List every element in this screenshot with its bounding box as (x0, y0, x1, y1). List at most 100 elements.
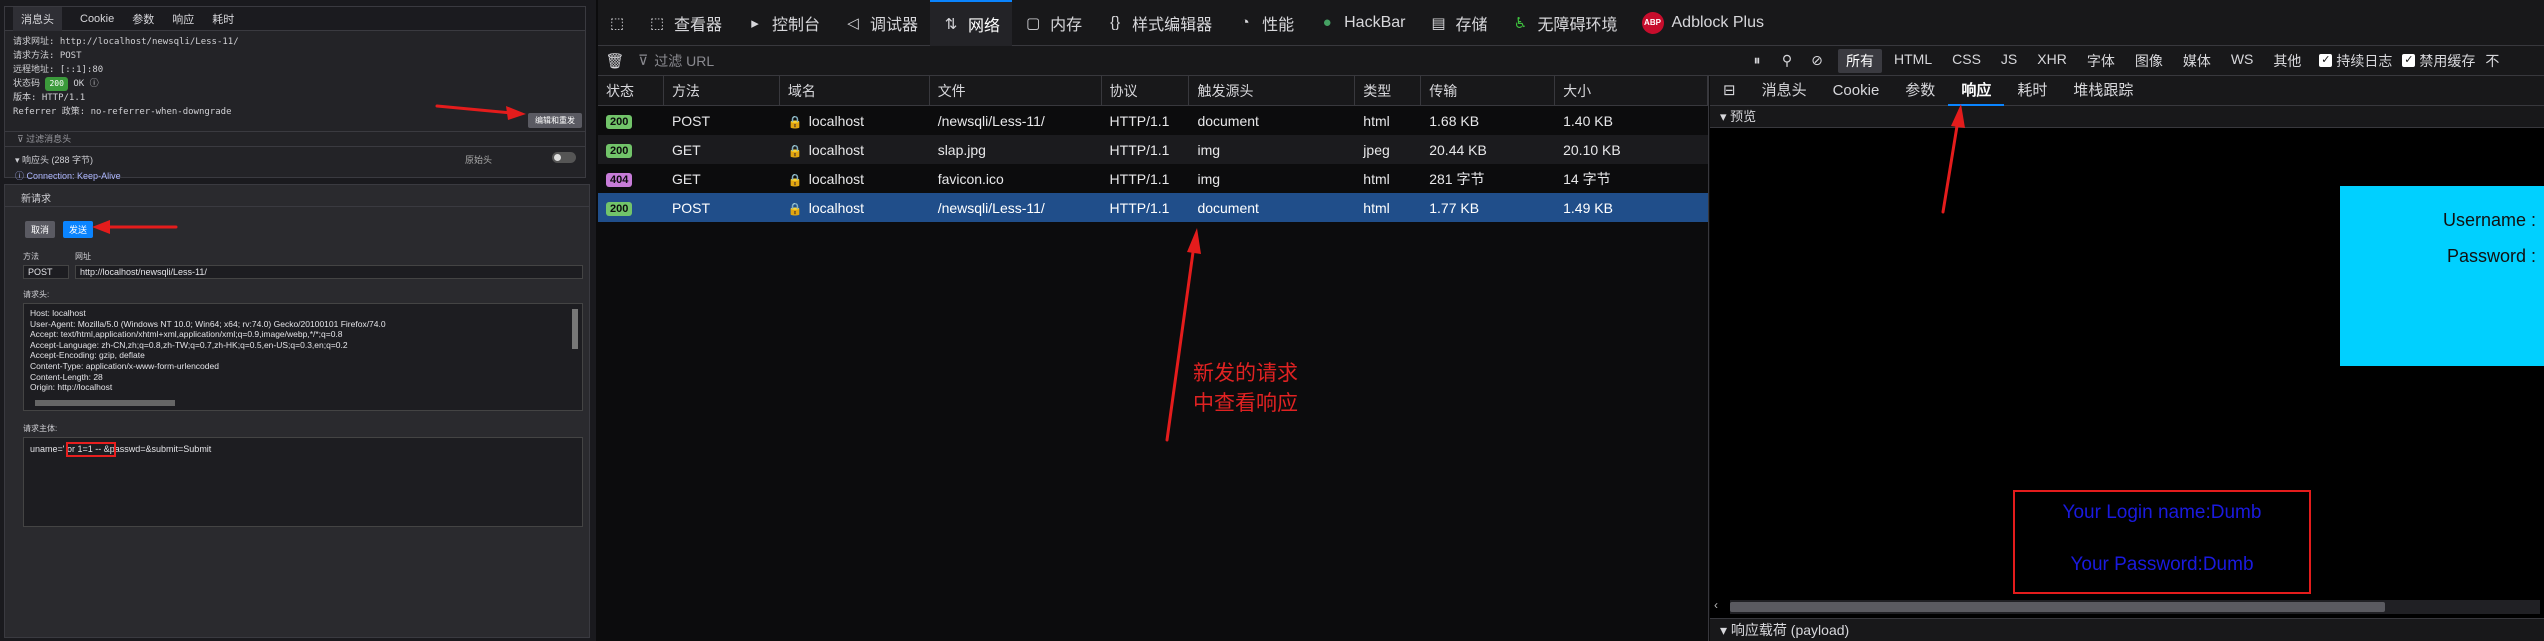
toolbar-tab-debugger[interactable]: ◁ 调试器 (832, 0, 930, 46)
toolbar-tab-label: 无障碍环境 (1537, 16, 1618, 34)
filter-url-input[interactable]: ⊽ 过滤 URL (632, 51, 1742, 71)
inset-tab-params[interactable]: 参数 (132, 11, 154, 27)
cancel-button[interactable]: 取消 (25, 221, 56, 238)
annotation-text: 新发的请求 中查看响应 (1193, 358, 1298, 418)
response-tab-1[interactable]: Cookie (1820, 76, 1893, 106)
cell-method: POST (671, 112, 711, 129)
edit-resend-button[interactable]: 编辑和重发 (528, 113, 582, 128)
send-button[interactable]: 发送 (63, 221, 94, 238)
url-label: 网址 (75, 252, 91, 261)
column-header[interactable]: 协议 (1102, 75, 1190, 106)
body-textarea[interactable]: uname=' or 1=1 -- &passwd=&submit=Submit (23, 437, 583, 527)
response-tab-4[interactable]: 耗时 (2004, 76, 2060, 106)
response-tabs: ⊟ 消息头 Cookie 参数 响应 耗时 堆栈跟踪 (1710, 76, 2544, 106)
cell-type: html (1363, 199, 1390, 216)
toggle-sidebar-icon[interactable]: ⊟ (1710, 76, 1749, 106)
domain-text: localhost (808, 199, 865, 216)
response-headers-toggle[interactable]: ▾ 响应头 (288 字节) (15, 153, 93, 166)
type-filter-5[interactable]: 字体 (2079, 49, 2123, 73)
lock-icon: 🔒 (787, 201, 803, 216)
inset-tab-response[interactable]: 响应 (172, 11, 194, 27)
toolbar-tab-memory[interactable]: ▢ 内存 (1012, 0, 1094, 46)
header-line: User-Agent: Mozilla/5.0 (Windows NT 10.0… (30, 318, 386, 329)
cell-method: POST (671, 199, 711, 216)
login-result-box: Your Login name:Dumb Your Password:Dumb (2013, 490, 2311, 594)
table-row[interactable]: 200 POST 🔒 localhost/newsqli/Less-11/HTTP/1… (598, 193, 1708, 222)
cell-file: favicon.ico (937, 170, 1004, 187)
toolbar-tab-hackbar[interactable]: ● HackBar (1306, 0, 1417, 46)
new-request-panel: 新请求 取消 发送 方法 网址 POST http://localhost/ne… (4, 184, 590, 638)
style-editor-icon: {} (1110, 14, 1121, 31)
preview-hscrollbar[interactable] (1730, 600, 2540, 614)
column-header[interactable]: 大小 (1555, 75, 1708, 106)
console-icon: ▸ (751, 14, 759, 32)
toolbar-tab-inspector[interactable]: ⬚ 查看器 (636, 0, 734, 46)
column-header[interactable]: 类型 (1355, 75, 1422, 106)
payload-toggle[interactable]: ▾ 响应载荷 (payload) (1710, 618, 2544, 641)
scroll-thumb[interactable] (1730, 602, 2385, 612)
raw-headers-toggle[interactable] (552, 152, 576, 163)
pause-icon[interactable]: ⏸ (1742, 52, 1772, 69)
type-filter-2[interactable]: CSS (1944, 49, 1989, 73)
scroll-left-icon[interactable]: ‹ (1714, 598, 1718, 612)
type-filter-3[interactable]: JS (1993, 49, 2025, 73)
response-tab-3[interactable]: 响应 (1948, 76, 2005, 106)
toolbar-tab-storage[interactable]: ▤ 存储 (1417, 0, 1499, 46)
cell-domain: 🔒 localhost (780, 113, 930, 129)
type-filter-0[interactable]: 所有 (1838, 48, 1882, 73)
table-row[interactable]: 404 GET 🔒 localhost favicon.ico HTTP/1.1 img ht… (598, 164, 1708, 193)
type-filter-7[interactable]: 媒体 (2175, 49, 2219, 73)
cell-cause: document (1197, 112, 1259, 129)
inset-tab-cookie[interactable]: Cookie (80, 13, 114, 25)
headers-vscrollbar[interactable] (572, 309, 578, 349)
headers-textarea[interactable]: Host: localhost User-Agent: Mozilla/5.0 … (23, 303, 583, 411)
cell-file: /newsqli/Less-11/ (937, 112, 1045, 129)
toolbar-tab-performance[interactable]: ◔ 性能 (1224, 0, 1306, 46)
table-row[interactable]: 200 POST 🔒 localhost/newsqli/Less-11/HTTP/1… (598, 106, 1708, 135)
type-filter-1[interactable]: HTML (1886, 49, 1940, 73)
column-header[interactable]: 文件 (930, 75, 1102, 106)
headers-hscrollbar[interactable] (35, 400, 175, 406)
toolbar-tab-network[interactable]: ⇅ 网络 (930, 0, 1013, 46)
toolbar-tab-adblock[interactable]: ABP Adblock Plus (1630, 0, 1777, 46)
url-input[interactable]: http://localhost/newsqli/Less-11/ (75, 265, 583, 279)
column-header[interactable]: 传输 (1421, 75, 1556, 106)
table-row[interactable]: 200 GET 🔒 localhost slap.jpg HTTP/1.1 img jpeg 2… (598, 135, 1708, 164)
toolbar-tab-accessibility[interactable]: ♿ 无障碍环境 (1499, 0, 1629, 46)
type-filter-4[interactable]: XHR (2029, 49, 2075, 73)
toolbar-tab-style-editor[interactable]: {} 样式编辑器 (1094, 0, 1224, 46)
response-tab-5[interactable]: 堆栈跟踪 (2060, 76, 2146, 106)
pick-element-icon[interactable]: ⬚ (598, 0, 636, 46)
type-filter-9[interactable]: 其他 (2265, 49, 2309, 73)
help-icon[interactable]: ⓘ (90, 79, 99, 89)
preview-toggle[interactable]: ▾ 预览 (1710, 106, 2544, 128)
network-filterbar: 🗑 ⊽ 过滤 URL ⏸ ⚲ ⊘ 所有 HTML CSS JS XHR 字体 图像 媒体 WS 其… (598, 46, 2544, 76)
trash-icon[interactable]: 🗑 (598, 52, 632, 70)
storage-icon: ▤ (1431, 14, 1446, 32)
type-filter-8[interactable]: WS (2223, 49, 2262, 73)
disable-cache-checkbox[interactable]: ✓ 禁用缓存 (2402, 51, 2475, 71)
summary-version: 版本: HTTP/1.1 (13, 93, 86, 103)
throttle-select[interactable]: 不 (2485, 51, 2499, 71)
domain-text: localhost (808, 170, 865, 187)
response-tab-0[interactable]: 消息头 (1749, 76, 1820, 106)
cell-type: html (1363, 170, 1390, 187)
column-header[interactable]: 状态 (598, 75, 664, 106)
search-icon[interactable]: ⚲ (1772, 52, 1802, 69)
lock-icon: 🔒 (787, 172, 803, 187)
cell-protocol: HTTP/1.1 (1109, 170, 1170, 187)
method-input[interactable]: POST (23, 265, 69, 279)
inset-tab-headers[interactable]: 消息头 (13, 6, 62, 31)
type-filters: 所有 HTML CSS JS XHR 字体 图像 媒体 WS 其他 (1838, 48, 2309, 73)
type-filter-6[interactable]: 图像 (2127, 49, 2171, 73)
filter-headers-input[interactable]: ⊽ 过滤消息头 (5, 131, 585, 147)
column-header[interactable]: 方法 (664, 75, 780, 106)
toolbar-tab-console[interactable]: ▸ 控制台 (734, 0, 832, 46)
response-tab-2[interactable]: 参数 (1892, 76, 1948, 106)
inset-tab-timings[interactable]: 耗时 (212, 11, 234, 27)
cell-type: jpeg (1363, 141, 1390, 158)
persist-log-checkbox[interactable]: ✓ 持续日志 (2319, 51, 2392, 71)
column-header[interactable]: 触发源头 (1189, 75, 1356, 106)
column-header[interactable]: 域名 (780, 75, 930, 106)
block-icon[interactable]: ⊘ (1802, 52, 1832, 69)
